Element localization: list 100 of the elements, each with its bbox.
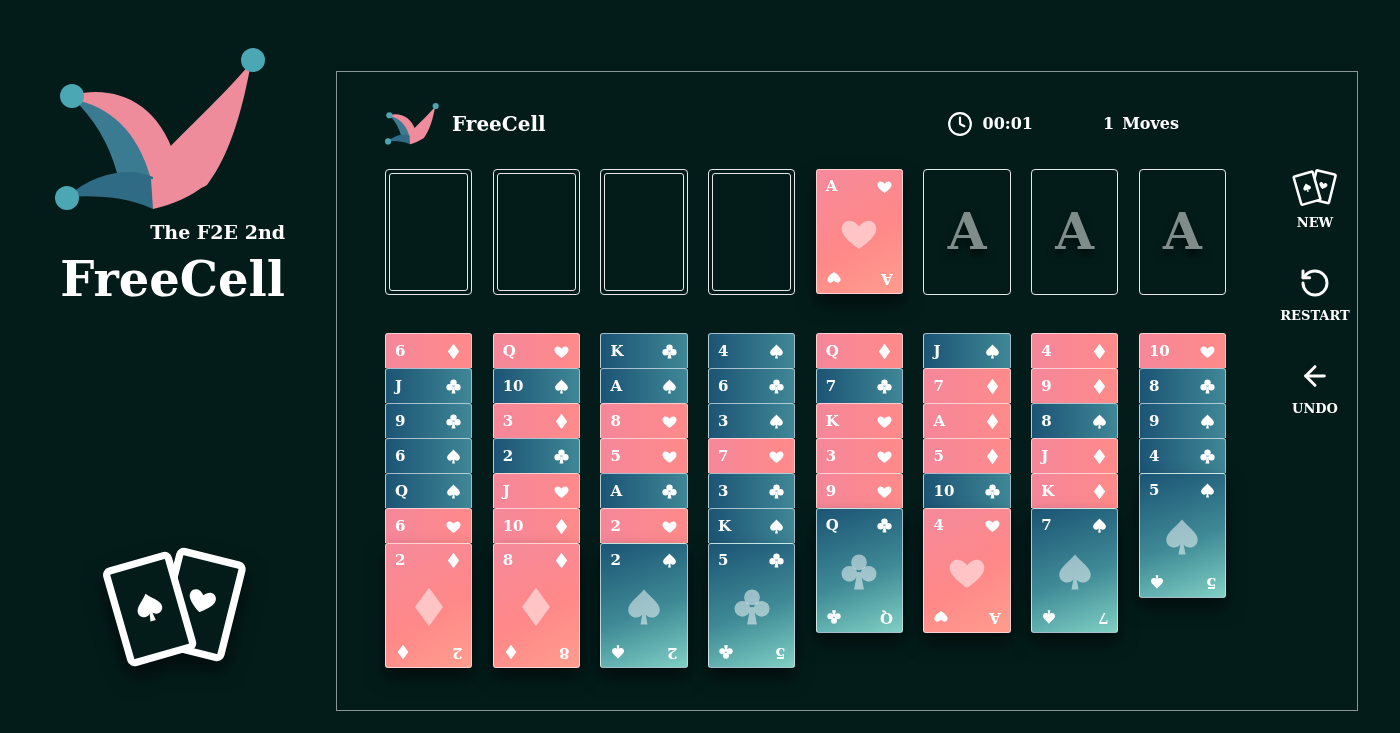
playing-card[interactable]: J [385, 368, 473, 403]
card-rank: 5 [1205, 574, 1216, 590]
foundation-placeholder: A [1055, 207, 1095, 257]
playing-card[interactable]: 8 [1031, 403, 1119, 438]
card-rank: 6 [395, 343, 406, 359]
free-cell-slot[interactable] [708, 169, 796, 295]
card-rank: 5 [718, 553, 729, 568]
card-rank: 10 [502, 378, 524, 394]
playing-card[interactable]: 3 [708, 403, 796, 438]
playing-card[interactable]: 9 [1138, 403, 1226, 438]
club-icon [875, 377, 893, 395]
club-icon [1199, 447, 1216, 465]
card-rank: J [1041, 448, 1049, 464]
card-rank: 6 [395, 448, 406, 464]
diamond-icon [395, 644, 411, 660]
playing-card[interactable]: 2 [492, 438, 580, 473]
foundation-slot[interactable]: A [1138, 169, 1226, 295]
spade-icon [660, 377, 678, 395]
card-rank: 7 [825, 378, 837, 394]
playing-card[interactable]: Q [385, 473, 473, 508]
playing-card[interactable]: 7 7 [1031, 508, 1119, 633]
heart-icon [933, 609, 950, 625]
card-rank: 2 [502, 448, 514, 464]
card-rank: J [502, 483, 510, 499]
playing-card[interactable]: 9 [385, 403, 473, 438]
spade-icon [768, 517, 786, 535]
card-rank: A [825, 179, 838, 194]
playing-card[interactable]: 6 [385, 438, 473, 473]
playing-card[interactable]: 8 [1138, 368, 1226, 403]
card-rank: 3 [825, 448, 837, 464]
card-rank: 5 [1148, 483, 1160, 498]
playing-card[interactable]: A [600, 368, 688, 403]
card-rank: 2 [610, 518, 621, 534]
card-rank: 10 [1148, 343, 1170, 359]
playing-card[interactable]: 7 [815, 368, 903, 403]
playing-card[interactable]: A [600, 473, 688, 508]
playing-card[interactable]: 10 [923, 473, 1011, 508]
foundation-slot[interactable]: A [923, 169, 1011, 295]
foundation-placeholder: A [1163, 207, 1202, 257]
clock-icon [946, 111, 973, 137]
card-rank: 8 [559, 644, 570, 660]
spade-icon [610, 644, 627, 660]
spade-icon [552, 377, 570, 395]
free-cell-slot[interactable] [385, 169, 473, 295]
spade-icon [1091, 412, 1109, 430]
playing-cards-icon [103, 547, 248, 667]
moves-label: Moves [1122, 113, 1179, 135]
action-button[interactable]: UNDO [1275, 355, 1355, 415]
spade-icon [660, 552, 678, 569]
card-rank: 8 [502, 553, 514, 568]
action-button[interactable]: RESTART [1275, 262, 1355, 322]
foundation-slot[interactable]: A [1031, 169, 1119, 295]
club-icon [768, 377, 786, 395]
card-rank: 5 [774, 644, 786, 660]
club-icon [660, 342, 678, 360]
card-rank: A [610, 483, 623, 499]
club-icon [445, 412, 463, 430]
playing-card[interactable]: 6 [708, 368, 796, 403]
card-rank: A [988, 609, 1001, 625]
playing-card[interactable]: 4 [1138, 438, 1226, 473]
card-rank: 7 [1097, 609, 1109, 625]
playing-card[interactable]: 4 [708, 333, 796, 368]
card-rank: 9 [825, 483, 837, 499]
card-rank: Q [395, 483, 409, 499]
free-cell-slot[interactable] [600, 169, 688, 295]
card-rank: 8 [1148, 378, 1160, 394]
club-icon [1199, 377, 1216, 395]
playing-card[interactable]: 5 5 [1138, 473, 1226, 598]
free-cell-slot[interactable] [492, 169, 580, 295]
spade-icon [768, 412, 786, 430]
card-rank: 4 [1041, 343, 1052, 359]
club-icon [445, 377, 463, 395]
heart-icon [825, 270, 842, 286]
playing-card[interactable]: J [923, 333, 1011, 368]
playing-card[interactable]: 3 [708, 473, 796, 508]
club-icon [718, 644, 735, 660]
playing-card[interactable]: 2 2 [600, 543, 688, 668]
card-rank: 2 [667, 644, 678, 660]
card-rank: K [1041, 483, 1055, 499]
playing-card[interactable]: K [708, 508, 796, 543]
playing-cards-icon [1290, 169, 1340, 206]
club-icon [660, 482, 678, 500]
foundation-placeholder: A [947, 207, 987, 257]
playing-card[interactable]: K [600, 333, 688, 368]
playing-card[interactable]: 5 5 [708, 543, 796, 668]
card-rank: 7 [933, 378, 944, 394]
card-rank: 2 [395, 553, 406, 568]
card-rank: A [610, 378, 623, 394]
card-rank: 8 [1041, 413, 1052, 429]
card-rank: 3 [502, 413, 514, 429]
club-icon [552, 447, 570, 465]
card-rank: J [395, 378, 403, 394]
club-icon [825, 609, 842, 625]
card-rank: 4 [933, 518, 944, 533]
playing-card[interactable]: Q Q [815, 508, 903, 633]
playing-card[interactable]: 10 [492, 368, 580, 403]
action-button[interactable]: NEW [1275, 169, 1355, 229]
card-rank: A [933, 413, 946, 429]
spade-icon [445, 482, 463, 500]
club-icon [768, 552, 786, 569]
